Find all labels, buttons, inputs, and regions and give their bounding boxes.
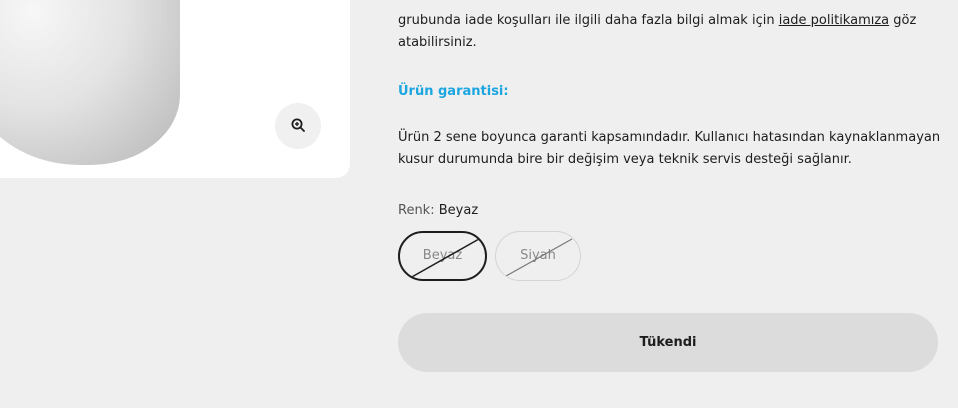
zoom-in-icon xyxy=(291,117,305,136)
color-selector-label: Renk: Beyaz xyxy=(398,200,478,222)
product-image-card xyxy=(0,0,350,178)
sold-out-button[interactable]: Tükendi xyxy=(398,313,938,372)
color-selected-value: Beyaz xyxy=(438,203,479,218)
return-policy-text: grubunda iade koşulları ile ilgili daha … xyxy=(398,0,943,54)
warranty-text: Ürün 2 sene boyunca garanti kapsamındadı… xyxy=(398,130,941,167)
warranty-title: Ürün garantisi: xyxy=(398,84,509,99)
unavailable-strike-icon xyxy=(505,238,573,277)
product-image-mouse xyxy=(0,0,180,165)
unavailable-strike-icon xyxy=(409,238,480,279)
color-option-siyah[interactable]: Siyah xyxy=(495,231,581,281)
return-policy-text-before: grubunda iade koşulları ile ilgili daha … xyxy=(398,13,779,28)
color-label: Renk: xyxy=(398,203,435,218)
zoom-button[interactable] xyxy=(275,103,321,149)
color-option-beyaz[interactable]: Beyaz xyxy=(398,231,487,281)
return-policy-link[interactable]: iade politikamıza xyxy=(779,13,889,28)
